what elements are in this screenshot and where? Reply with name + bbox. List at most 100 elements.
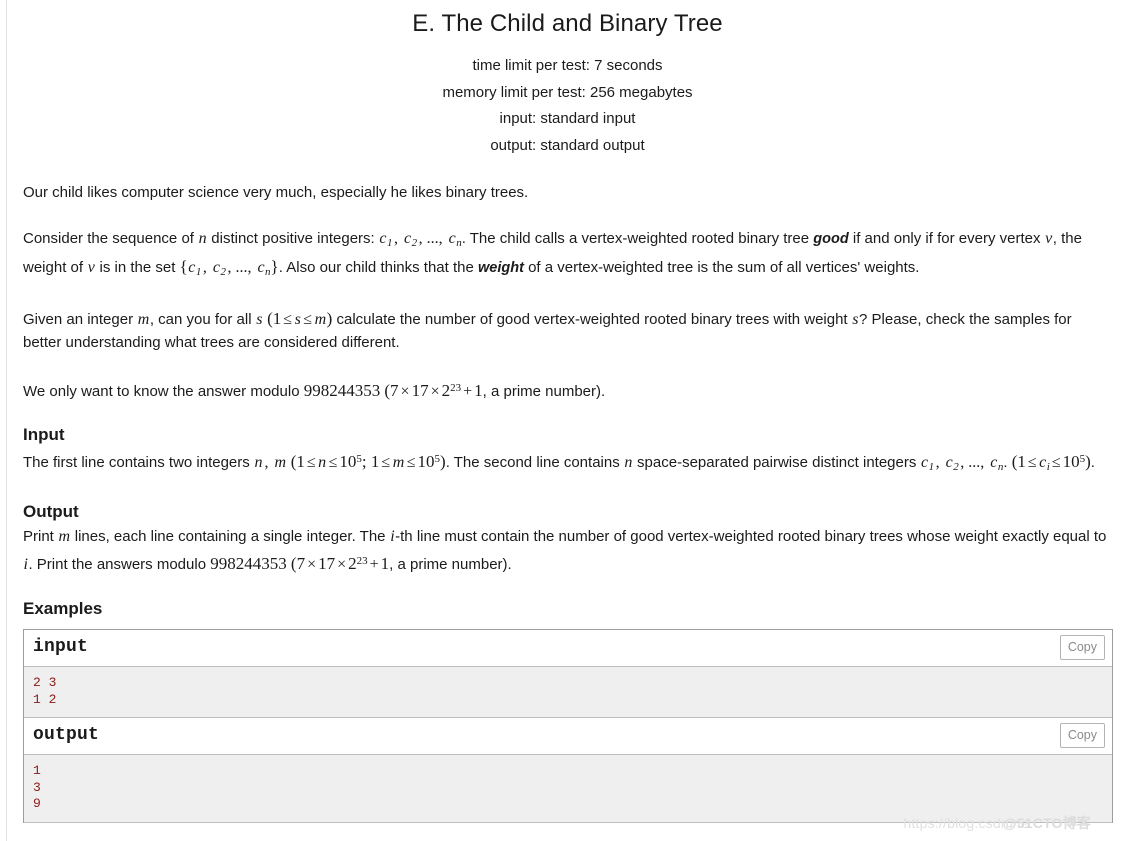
text-fragment: . The second line contains (445, 454, 624, 471)
input-section-body: The first line contains two integers n , … (23, 447, 1112, 480)
text-fragment: . Print the answers modulo (28, 556, 211, 573)
text-fragment: , (935, 454, 944, 471)
math-c2-sub: 2 (953, 461, 959, 473)
math-le: ≤ (406, 454, 416, 471)
statement-paragraph-2: Consider the sequence of n distinct posi… (23, 205, 1112, 285)
text-fragment: . Also our child thinks that the (278, 259, 478, 276)
math-var-m: m (274, 454, 287, 471)
math-var-n: n (198, 229, 207, 247)
sample-line: 1 (33, 763, 41, 778)
math-two: 2 (441, 380, 451, 400)
copy-input-button[interactable]: Copy (1059, 635, 1105, 660)
math-le: ≤ (1027, 454, 1037, 471)
sample-line: 9 (33, 796, 41, 811)
text-fragment: The first line contains two integers (23, 454, 254, 471)
sample-line: 3 (33, 779, 41, 795)
math-var-n: n (254, 454, 263, 471)
math-c2: c (403, 229, 412, 247)
text-fragment: , a prime number). (389, 556, 512, 573)
copy-output-button[interactable]: Copy (1059, 723, 1105, 748)
statement-paragraph-3: Given an integer m, can you for all s (1… (23, 285, 1112, 355)
text-fragment: We only want to know the answer modulo (23, 382, 304, 400)
text-fragment: Given an integer (23, 310, 138, 328)
sample-header-output: output Copy (24, 718, 1112, 755)
problem-statement-page: E. The Child and Binary Tree time limit … (0, 0, 1135, 823)
math-exponent: 23 (450, 381, 462, 394)
math-var-s: s (852, 310, 859, 328)
math-var-s: s (256, 310, 263, 328)
math-set-close: } (270, 257, 279, 276)
text-fragment: calculate the number of good vertex-weig… (332, 310, 852, 328)
emphasis-weight: weight (478, 260, 524, 276)
math-ten: 10 (417, 452, 435, 471)
text-fragment: , (264, 454, 273, 471)
math-le: ≤ (1051, 454, 1061, 471)
math-ten: 10 (339, 452, 357, 471)
math-le: ≤ (306, 454, 316, 471)
math-times: × (337, 556, 347, 573)
math-modulus: 998244353 (210, 554, 287, 573)
math-cn: c (448, 229, 456, 247)
math-one: 1 (272, 308, 282, 328)
math-c1: c (921, 454, 929, 471)
text-fragment: , (393, 229, 402, 247)
section-heading-input: Input (23, 425, 65, 444)
text-fragment: , (202, 259, 211, 276)
math-times: × (400, 382, 410, 400)
math-cn: c (990, 454, 998, 471)
math-plus: + (369, 556, 379, 573)
math-one: 1 (296, 452, 305, 471)
sample-label-input: input (33, 637, 89, 657)
memory-limit: memory limit per test: 256 megabytes (442, 83, 693, 101)
time-limit: time limit per test: 7 seconds (472, 57, 663, 74)
math-var-n: n (318, 454, 327, 471)
text-fragment: -th line must contain the number of good… (395, 528, 1107, 545)
statement-paragraph-4: We only want to know the answer modulo 9… (23, 355, 1112, 404)
input-source: input: standard input (499, 110, 636, 127)
text-fragment: , ..., (227, 259, 256, 276)
math-seven: 7 (296, 554, 306, 573)
sample-body-input[interactable]: 2 3 1 2 (24, 667, 1112, 718)
math-ci: c (1039, 454, 1047, 471)
text-fragment: distinct positive integers: (207, 229, 379, 247)
text-fragment: . (1090, 454, 1095, 471)
math-seventeen: 17 (411, 380, 429, 400)
math-set-open: { (179, 257, 188, 276)
math-times: × (307, 556, 317, 573)
math-c1: c (379, 229, 387, 247)
page-title: E. The Child and Binary Tree (412, 10, 723, 37)
math-var-m: m (314, 310, 327, 328)
math-one: 1 (474, 380, 483, 400)
text-fragment: if and only if for every vertex (848, 229, 1045, 247)
math-two: 2 (348, 554, 357, 573)
math-modulus: 998244353 (303, 380, 381, 400)
text-fragment: , ..., (418, 229, 447, 247)
text-fragment: Consider the sequence of (23, 229, 199, 247)
section-heading-output: Output (23, 502, 79, 521)
text-fragment: is in the set (95, 259, 180, 276)
math-le: ≤ (328, 454, 338, 471)
math-ten: 10 (1062, 452, 1080, 471)
math-seventeen: 17 (318, 554, 336, 573)
text-fragment: ; (361, 452, 371, 471)
problem-limits: time limit per test: 7 seconds memory li… (23, 53, 1112, 159)
examples-container: input Copy 2 3 1 2 output Copy 1 3 9 (23, 629, 1113, 823)
math-one: 1 (1017, 452, 1026, 471)
math-var-m: m (58, 528, 71, 545)
math-le: ≤ (381, 454, 391, 471)
text-fragment: . (1003, 454, 1012, 471)
math-c1: c (188, 259, 196, 276)
text-fragment: space-separated pairwise distinct intege… (632, 454, 921, 471)
math-var-v: v (1045, 229, 1053, 247)
sample-header-input: input Copy (24, 630, 1112, 667)
math-cn: c (257, 259, 265, 276)
statement-paragraph-1: Our child likes computer science very mu… (23, 184, 529, 201)
sample-body-output[interactable]: 1 3 9 (24, 755, 1112, 823)
text-fragment: , a prime number). (482, 382, 606, 400)
math-seven: 7 (390, 380, 399, 400)
text-fragment: lines, each line containing a single int… (70, 528, 390, 545)
math-one: 1 (380, 554, 390, 573)
math-var-m: m (137, 310, 150, 328)
math-var-n: n (624, 454, 633, 471)
text-fragment: , ..., (960, 454, 989, 471)
